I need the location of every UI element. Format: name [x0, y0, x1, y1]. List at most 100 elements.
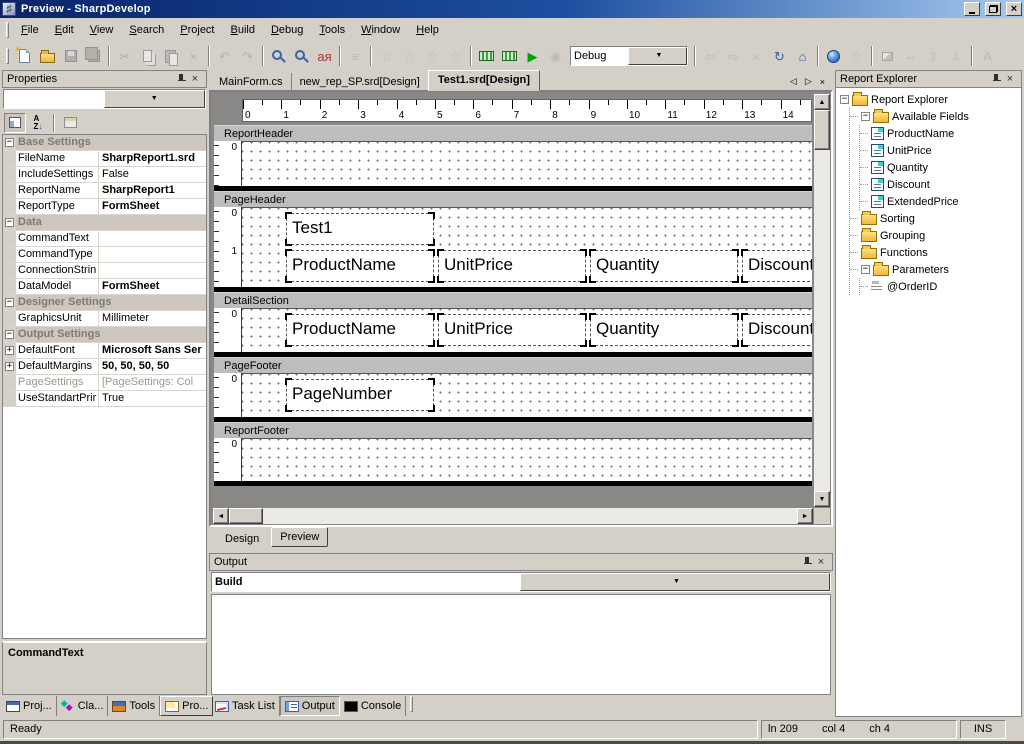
tree-item-available-fields[interactable]: −Available Fields — [850, 108, 1021, 125]
menu-build[interactable]: Build — [223, 20, 263, 40]
property-name[interactable]: DataModel — [16, 279, 99, 294]
property-row-connectionstrin[interactable]: ConnectionStrin — [3, 263, 206, 279]
output-close-button[interactable]: × — [814, 556, 828, 569]
report-item-discount[interactable]: Discount — [742, 314, 812, 346]
band-content-pageheader[interactable]: Test1ProductNameUnitPriceQuantityDiscoun… — [242, 207, 812, 287]
fill-surface-icon[interactable] — [876, 45, 899, 67]
property-name[interactable]: CommandText — [16, 231, 99, 246]
report-item-discount[interactable]: Discount — [742, 250, 812, 282]
property-value[interactable]: SharpReport1 — [99, 183, 206, 198]
output-tab-output[interactable]: Output — [280, 696, 340, 716]
chevron-down-icon[interactable]: ▼ — [628, 47, 687, 65]
browser-refresh-icon[interactable]: ↻ — [768, 45, 791, 67]
comment-region-icon[interactable]: ≡ — [344, 45, 367, 67]
prev-bookmark-icon[interactable]: ☆ — [398, 45, 421, 67]
browser-stop-icon[interactable]: × — [745, 45, 768, 67]
save-icon[interactable] — [59, 45, 82, 67]
property-row-graphicsunit[interactable]: GraphicsUnitMillimeter — [3, 311, 206, 327]
font-icon[interactable]: A — [976, 45, 999, 67]
full-width-icon[interactable]: ⇔ — [899, 45, 922, 67]
property-value[interactable]: True — [99, 391, 206, 406]
doc-tab-mainform-cs[interactable]: MainForm.cs — [211, 73, 291, 90]
tree-item-unitprice[interactable]: UnitPrice — [860, 142, 1021, 159]
tree-item-parameters[interactable]: −Parameters — [850, 261, 1021, 278]
property-name[interactable]: ConnectionStrin — [16, 263, 99, 278]
undo-icon[interactable]: ↶ — [213, 45, 236, 67]
output-tab-task-list[interactable]: Task List — [211, 696, 280, 716]
property-value[interactable] — [99, 231, 206, 246]
report-item-productname[interactable]: ProductName — [286, 250, 434, 282]
menu-edit[interactable]: Edit — [47, 20, 82, 40]
scroll-right-icon[interactable]: ► — [797, 508, 813, 524]
browser-back-icon[interactable]: ⇦ — [699, 45, 722, 67]
tree-item-quantity[interactable]: Quantity — [860, 159, 1021, 176]
menu-window[interactable]: Window — [353, 20, 408, 40]
property-value[interactable]: Microsoft Sans Ser — [99, 343, 206, 358]
property-value[interactable] — [99, 263, 206, 278]
property-name[interactable]: ReportType — [16, 199, 99, 214]
debug-target-combo[interactable]: Debug▼ — [570, 46, 688, 66]
property-row-defaultfont[interactable]: +DefaultFontMicrosoft Sans Ser — [3, 343, 206, 359]
tree-item-orderid[interactable]: @OrderID — [860, 278, 1021, 295]
replace-icon[interactable]: aя — [313, 45, 336, 67]
property-name[interactable]: IncludeSettings — [16, 167, 99, 182]
toggle-bookmark-icon[interactable]: ☆ — [375, 45, 398, 67]
tree-item-discount[interactable]: Discount — [860, 176, 1021, 193]
tree-item-functions[interactable]: Functions — [850, 244, 1021, 261]
output-category-combo[interactable]: Build ▼ — [211, 572, 831, 592]
tree-item-sorting[interactable]: Sorting — [850, 210, 1021, 227]
scroll-up-icon[interactable]: ▲ — [814, 94, 830, 110]
pad-tab-tools[interactable]: Tools — [108, 696, 160, 716]
expander-icon[interactable]: − — [861, 265, 870, 274]
property-name[interactable]: GraphicsUnit — [16, 311, 99, 326]
save-all-icon[interactable] — [82, 45, 105, 67]
expander-icon[interactable]: − — [5, 138, 14, 147]
property-row-output-settings[interactable]: −Output Settings — [3, 327, 206, 343]
pad-tab-proj[interactable]: Proj... — [2, 696, 57, 716]
band-header-pageheader[interactable]: PageHeader — [214, 191, 812, 207]
expander-icon[interactable]: + — [5, 346, 14, 355]
browser-home-icon[interactable]: ⌂ — [791, 45, 814, 67]
property-row-reporttype[interactable]: ReportTypeFormSheet — [3, 199, 206, 215]
pad-tab-pro[interactable]: Pro... — [160, 696, 213, 716]
scroll-tabs-right-icon[interactable]: ▷ — [805, 76, 812, 87]
report-item-productname[interactable]: ProductName — [286, 314, 434, 346]
property-name[interactable]: UseStandartPrir — [16, 391, 99, 406]
tree-item-extendedprice[interactable]: ExtendedPrice — [860, 193, 1021, 210]
property-pages-button[interactable] — [59, 113, 81, 133]
pad-tab-cla[interactable]: Cla... — [57, 696, 109, 716]
property-row-reportname[interactable]: ReportNameSharpReport1 — [3, 183, 206, 199]
new-file-icon[interactable] — [13, 45, 36, 67]
band-header-reportfooter[interactable]: ReportFooter — [214, 422, 812, 438]
band-content-reportfooter[interactable] — [242, 438, 812, 481]
output-pin-button[interactable] — [800, 556, 814, 569]
horizontal-scroll-thumb[interactable] — [229, 508, 263, 524]
doc-tab-new-rep-sp-srd-design[interactable]: new_rep_SP.srd[Design] — [291, 73, 428, 90]
report-item-unitprice[interactable]: UnitPrice — [438, 250, 586, 282]
find-in-files-icon[interactable] — [290, 45, 313, 67]
property-name[interactable]: PageSettings — [16, 375, 99, 390]
property-value[interactable]: Millimeter — [99, 311, 206, 326]
object-selector-combo[interactable]: ▼ — [3, 89, 206, 109]
chevron-down-icon[interactable]: ▼ — [520, 573, 830, 591]
open-file-icon[interactable] — [36, 45, 59, 67]
property-value[interactable]: SharpReport1.srd — [99, 151, 206, 166]
scroll-left-icon[interactable]: ◄ — [213, 508, 229, 524]
build-icon[interactable] — [475, 45, 498, 67]
tree-item-productname[interactable]: ProductName — [860, 125, 1021, 142]
property-row-data[interactable]: −Data — [3, 215, 206, 231]
expander-icon[interactable]: − — [5, 218, 14, 227]
band-header-pagefooter[interactable]: PageFooter — [214, 357, 812, 373]
property-value[interactable] — [99, 247, 206, 262]
expander-icon[interactable]: − — [5, 330, 14, 339]
menu-tools[interactable]: Tools — [311, 20, 353, 40]
close-button[interactable]: × — [1006, 2, 1022, 16]
report-item-pagenumber[interactable]: PageNumber — [286, 379, 434, 411]
cut-icon[interactable]: ✂ — [113, 45, 136, 67]
output-tab-console[interactable]: Console — [340, 696, 406, 716]
property-value[interactable]: False — [99, 167, 206, 182]
property-name[interactable]: FileName — [16, 151, 99, 166]
web-browser-icon[interactable] — [822, 45, 845, 67]
vertical-scroll-thumb[interactable] — [814, 110, 830, 150]
band-content-detailsection[interactable]: ProductNameUnitPriceQuantityDiscount — [242, 308, 812, 352]
